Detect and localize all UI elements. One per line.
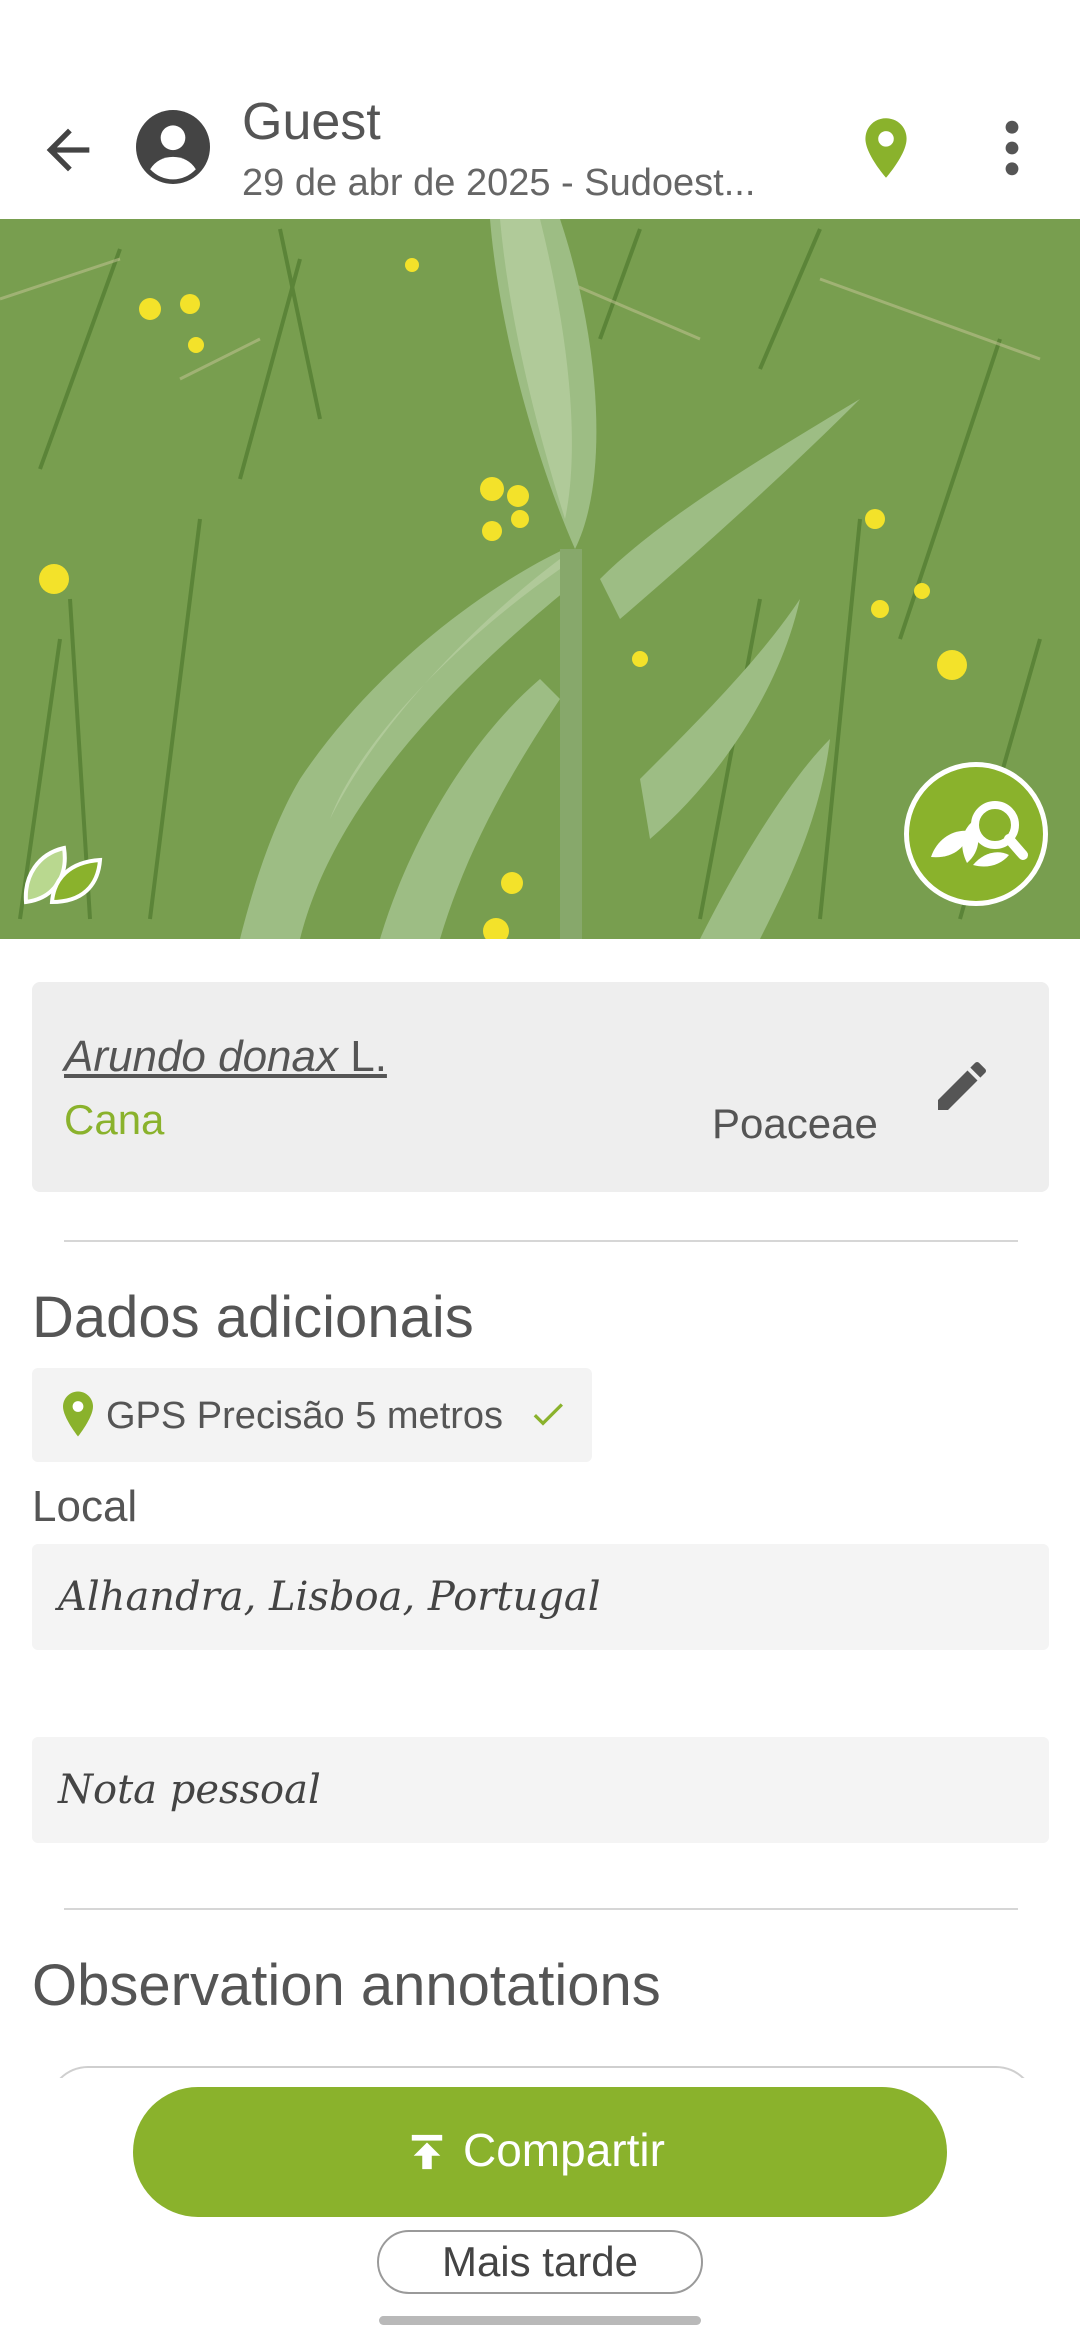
personal-note-field[interactable]: Nota pessoal [32, 1737, 1049, 1843]
personal-note-placeholder: Nota pessoal [58, 1767, 321, 1813]
gps-accuracy-chip[interactable]: GPS Precisão 5 metros [32, 1368, 592, 1462]
home-indicator[interactable] [379, 2316, 701, 2325]
more-vert-icon [1005, 120, 1019, 176]
avatar[interactable] [136, 110, 210, 184]
edit-identification-button[interactable] [930, 1054, 994, 1118]
user-name: Guest [242, 93, 381, 151]
divider [64, 1240, 1018, 1242]
local-label: Local [32, 1482, 138, 1531]
additional-data-heading: Dados adicionais [32, 1285, 474, 1350]
later-button[interactable]: Mais tarde [377, 2230, 703, 2294]
share-button[interactable]: Compartir [133, 2087, 947, 2217]
pencil-icon [938, 1061, 987, 1110]
author-abbreviation: L. [338, 1032, 387, 1081]
scientific-name-link[interactable]: Arundo donax L. [64, 1032, 387, 1082]
species-card[interactable]: Arundo donax L. Cana Poaceae [32, 982, 1049, 1192]
scientific-name: Arundo donax [64, 1032, 338, 1081]
top-app-bar: Guest 29 de abr de 2025 - Sudoest... [0, 0, 1080, 219]
family-name: Poaceae [712, 1100, 878, 1147]
more-options-button[interactable] [990, 116, 1034, 180]
share-button-label: Compartir [463, 2124, 665, 2176]
back-button[interactable] [36, 118, 100, 182]
upload-icon [411, 2134, 443, 2170]
map-pin-icon [63, 1391, 93, 1437]
common-name: Cana [64, 1096, 165, 1143]
account-circle-icon [136, 110, 210, 184]
gps-accuracy-text: GPS Precisão 5 metros [106, 1395, 504, 1437]
map-pin-icon [865, 118, 907, 178]
arrow-left-icon [46, 128, 90, 172]
local-field[interactable]: Alhandra, Lisboa, Portugal [32, 1544, 1049, 1650]
identify-plant-button[interactable] [904, 762, 1048, 906]
observation-annotations-heading: Observation annotations [32, 1953, 661, 2018]
leaf-icon [23, 845, 103, 905]
local-value: Alhandra, Lisboa, Portugal [58, 1574, 601, 1620]
observation-date-location: 29 de abr de 2025 - Sudoest... [242, 162, 756, 204]
later-button-label: Mais tarde [441, 2238, 639, 2285]
check-icon [533, 1403, 563, 1426]
divider [64, 1908, 1018, 1910]
plant-search-icon [931, 801, 1028, 867]
location-button[interactable] [858, 116, 914, 180]
